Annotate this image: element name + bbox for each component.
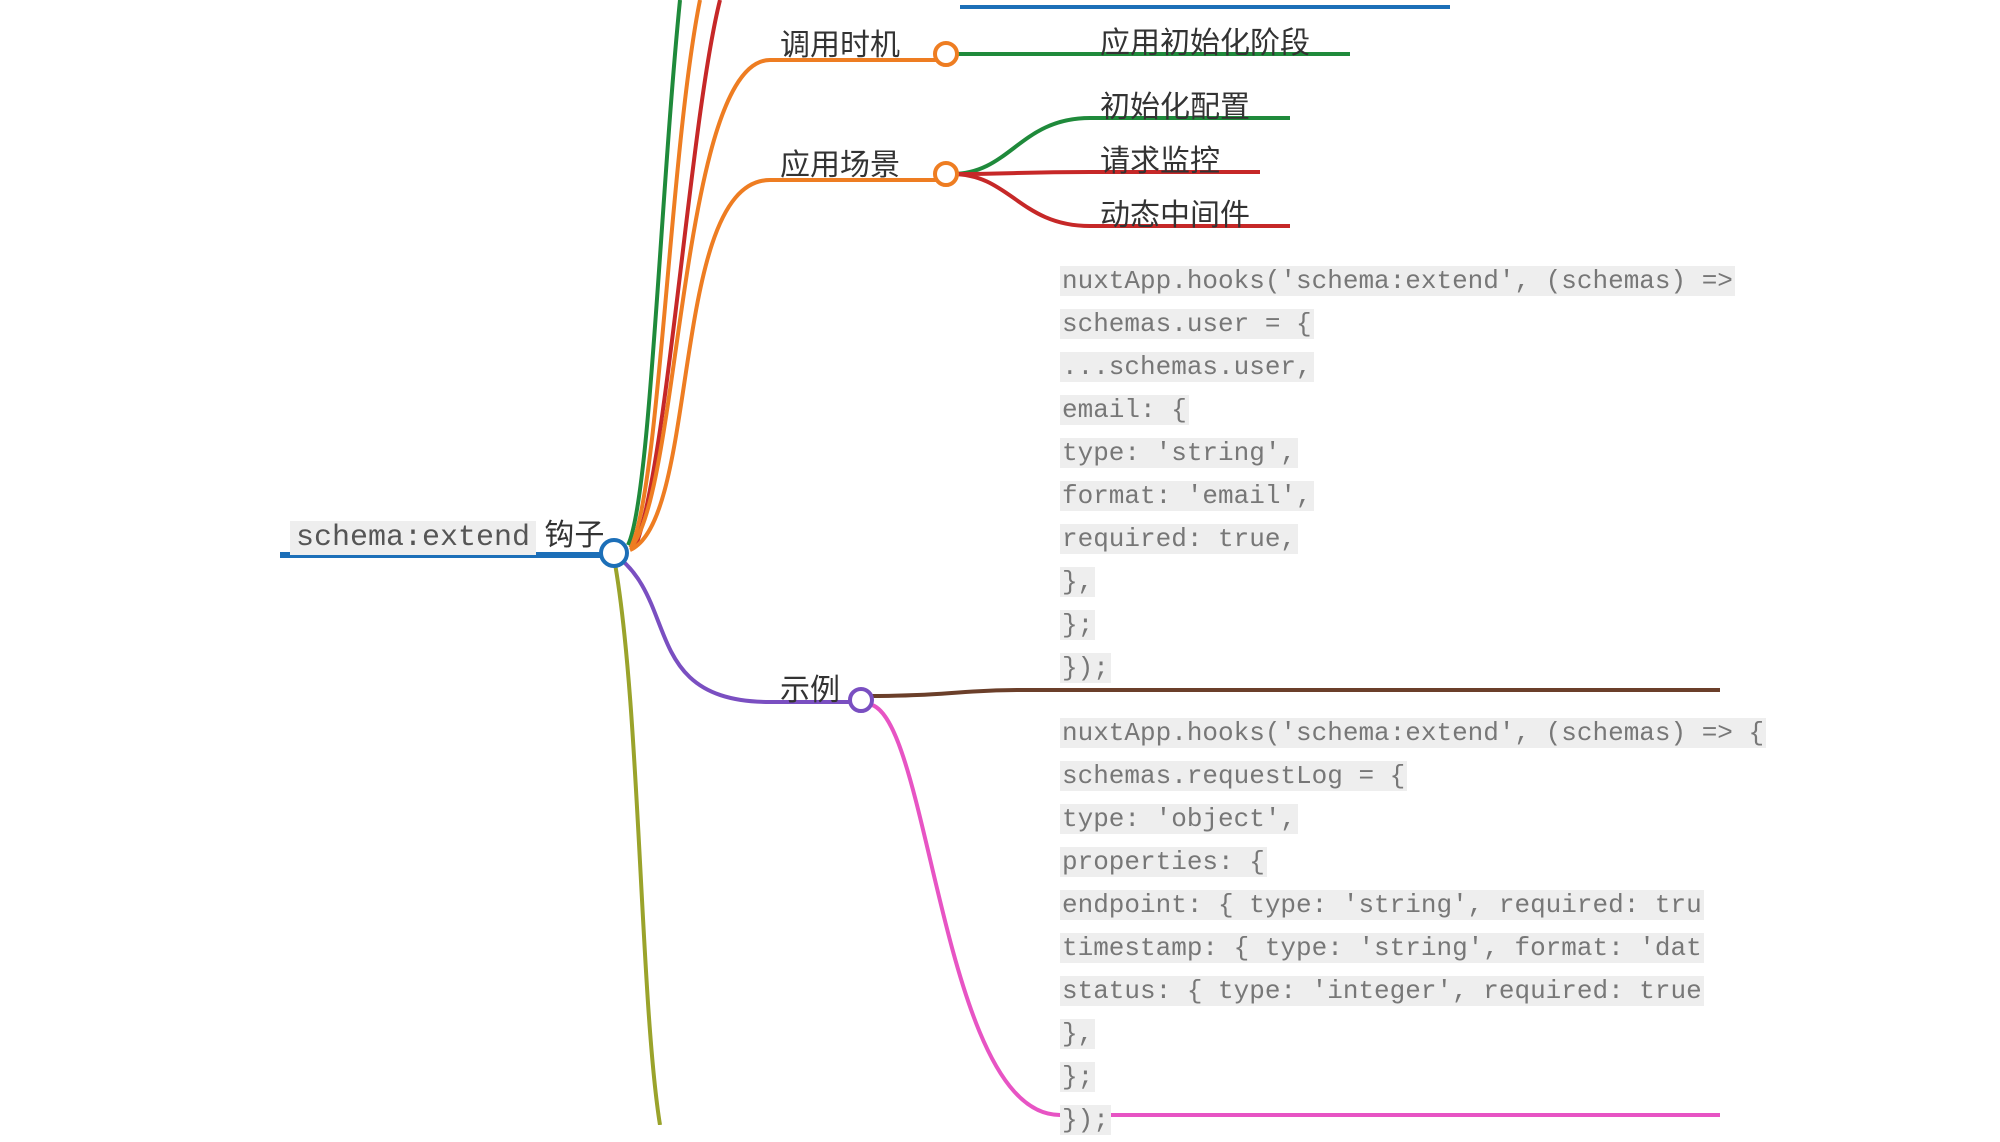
- node-scenarios[interactable]: 应用场景: [780, 140, 900, 184]
- leaf-timing-1[interactable]: 应用初始化阶段: [1100, 18, 1310, 62]
- root-node[interactable]: schema:extend 钩子: [290, 510, 604, 555]
- node-timing[interactable]: 调用时机: [780, 20, 900, 64]
- code-example-1: nuxtApp.hooks('schema:extend', (schemas)…: [1060, 260, 1735, 690]
- leaf-scen-2[interactable]: 请求监控: [1100, 136, 1220, 180]
- node-examples[interactable]: 示例: [780, 665, 840, 709]
- root-suffix: 钩子: [536, 519, 604, 552]
- root-code: schema:extend: [290, 521, 536, 555]
- code-example-2: nuxtApp.hooks('schema:extend', (schemas)…: [1060, 712, 1766, 1142]
- leaf-scen-1[interactable]: 初始化配置: [1100, 82, 1250, 126]
- leaf-scen-3[interactable]: 动态中间件: [1100, 190, 1250, 234]
